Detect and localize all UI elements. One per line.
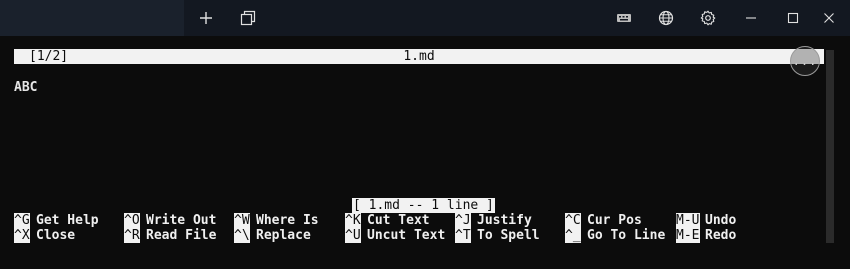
shortcut-label: Write Out <box>146 213 217 228</box>
shortcut-bar: ^G Get Help ^O Write Out ^W Where Is ^K … <box>14 213 824 245</box>
nano-title-bar: [1/2] 1.md <box>14 49 824 64</box>
tab-strip[interactable] <box>0 0 184 36</box>
close-button[interactable] <box>812 4 846 32</box>
globe-icon <box>658 10 674 26</box>
globe-button[interactable] <box>649 4 683 32</box>
shortcut-replace[interactable]: ^\ Replace <box>234 228 311 243</box>
shortcut-label: Get Help <box>36 213 99 228</box>
shortcut-key: ^K <box>345 213 361 228</box>
shortcut-cut-text[interactable]: ^K Cut Text <box>345 213 430 228</box>
new-tab-button[interactable] <box>189 4 223 32</box>
shortcut-to-spell[interactable]: ^T To Spell <box>455 228 540 243</box>
file-name: 1.md <box>403 49 435 64</box>
shortcut-label: Close <box>36 228 76 243</box>
status-message: [ 1.md -- 1 line ] <box>352 198 495 213</box>
shortcut-close[interactable]: ^X Close <box>14 228 75 243</box>
shortcut-key: ^O <box>124 213 140 228</box>
shortcut-label: Justify <box>477 213 532 228</box>
shortcut-key: ^\ <box>234 228 250 243</box>
shortcut-key: ^_ <box>565 228 581 243</box>
settings-button[interactable] <box>691 4 725 32</box>
close-icon <box>823 12 835 24</box>
shortcut-get-help[interactable]: ^G Get Help <box>14 213 99 228</box>
shortcut-key: M-U <box>676 213 700 228</box>
minimize-icon <box>745 12 757 24</box>
shortcut-undo[interactable]: M-U Undo <box>676 213 736 228</box>
shortcut-key: ^W <box>234 213 250 228</box>
shortcut-label: Cut Text <box>367 213 430 228</box>
shortcut-label: Uncut Text <box>367 228 446 243</box>
editor-text-line[interactable]: ABC <box>14 80 37 95</box>
minimize-button[interactable] <box>734 4 768 32</box>
shortcut-key: ^C <box>565 213 581 228</box>
shortcut-redo[interactable]: M-E Redo <box>676 228 736 243</box>
shortcut-key: ^U <box>345 228 361 243</box>
shortcut-label: To Spell <box>477 228 540 243</box>
shortcut-key: ^G <box>14 213 30 228</box>
shortcut-go-to-line[interactable]: ^_ Go To Line <box>565 228 665 243</box>
shortcut-label: Redo <box>705 228 737 243</box>
shortcut-uncut-text[interactable]: ^U Uncut Text <box>345 228 445 243</box>
more-icon: ... <box>792 54 818 68</box>
shortcut-justify[interactable]: ^J Justify <box>455 213 532 228</box>
shortcut-key: ^R <box>124 228 140 243</box>
maximize-button[interactable] <box>776 4 810 32</box>
shortcut-key: ^X <box>14 228 30 243</box>
gear-icon <box>700 10 716 26</box>
shortcut-key: M-E <box>676 228 700 243</box>
shortcut-label: Read File <box>146 228 217 243</box>
shortcut-key: ^T <box>455 228 471 243</box>
shortcut-label: Where Is <box>256 213 319 228</box>
shortcut-write-out[interactable]: ^O Write Out <box>124 213 216 228</box>
shortcut-label: Go To Line <box>587 228 666 243</box>
maximize-icon <box>787 12 799 24</box>
scrollbar[interactable] <box>826 50 834 243</box>
plus-icon <box>199 11 213 25</box>
shortcut-read-file[interactable]: ^R Read File <box>124 228 216 243</box>
duplicate-tab-button[interactable] <box>231 4 265 32</box>
title-bar <box>0 0 850 36</box>
shortcut-where-is[interactable]: ^W Where Is <box>234 213 319 228</box>
shortcut-key: ^J <box>455 213 471 228</box>
terminal-window: [1/2] 1.md ... ABC [ 1.md -- 1 line ] ^G… <box>0 0 850 269</box>
keyboard-icon <box>616 12 632 24</box>
shortcut-cur-pos[interactable]: ^C Cur Pos <box>565 213 642 228</box>
more-options-button[interactable]: ... <box>790 46 820 76</box>
terminal-pane[interactable]: [1/2] 1.md ... ABC [ 1.md -- 1 line ] ^G… <box>0 36 850 269</box>
shortcut-label: Undo <box>705 213 737 228</box>
shortcut-label: Cur Pos <box>587 213 642 228</box>
duplicate-tab-icon <box>240 10 256 26</box>
keyboard-button[interactable] <box>607 4 641 32</box>
shortcut-label: Replace <box>256 228 311 243</box>
